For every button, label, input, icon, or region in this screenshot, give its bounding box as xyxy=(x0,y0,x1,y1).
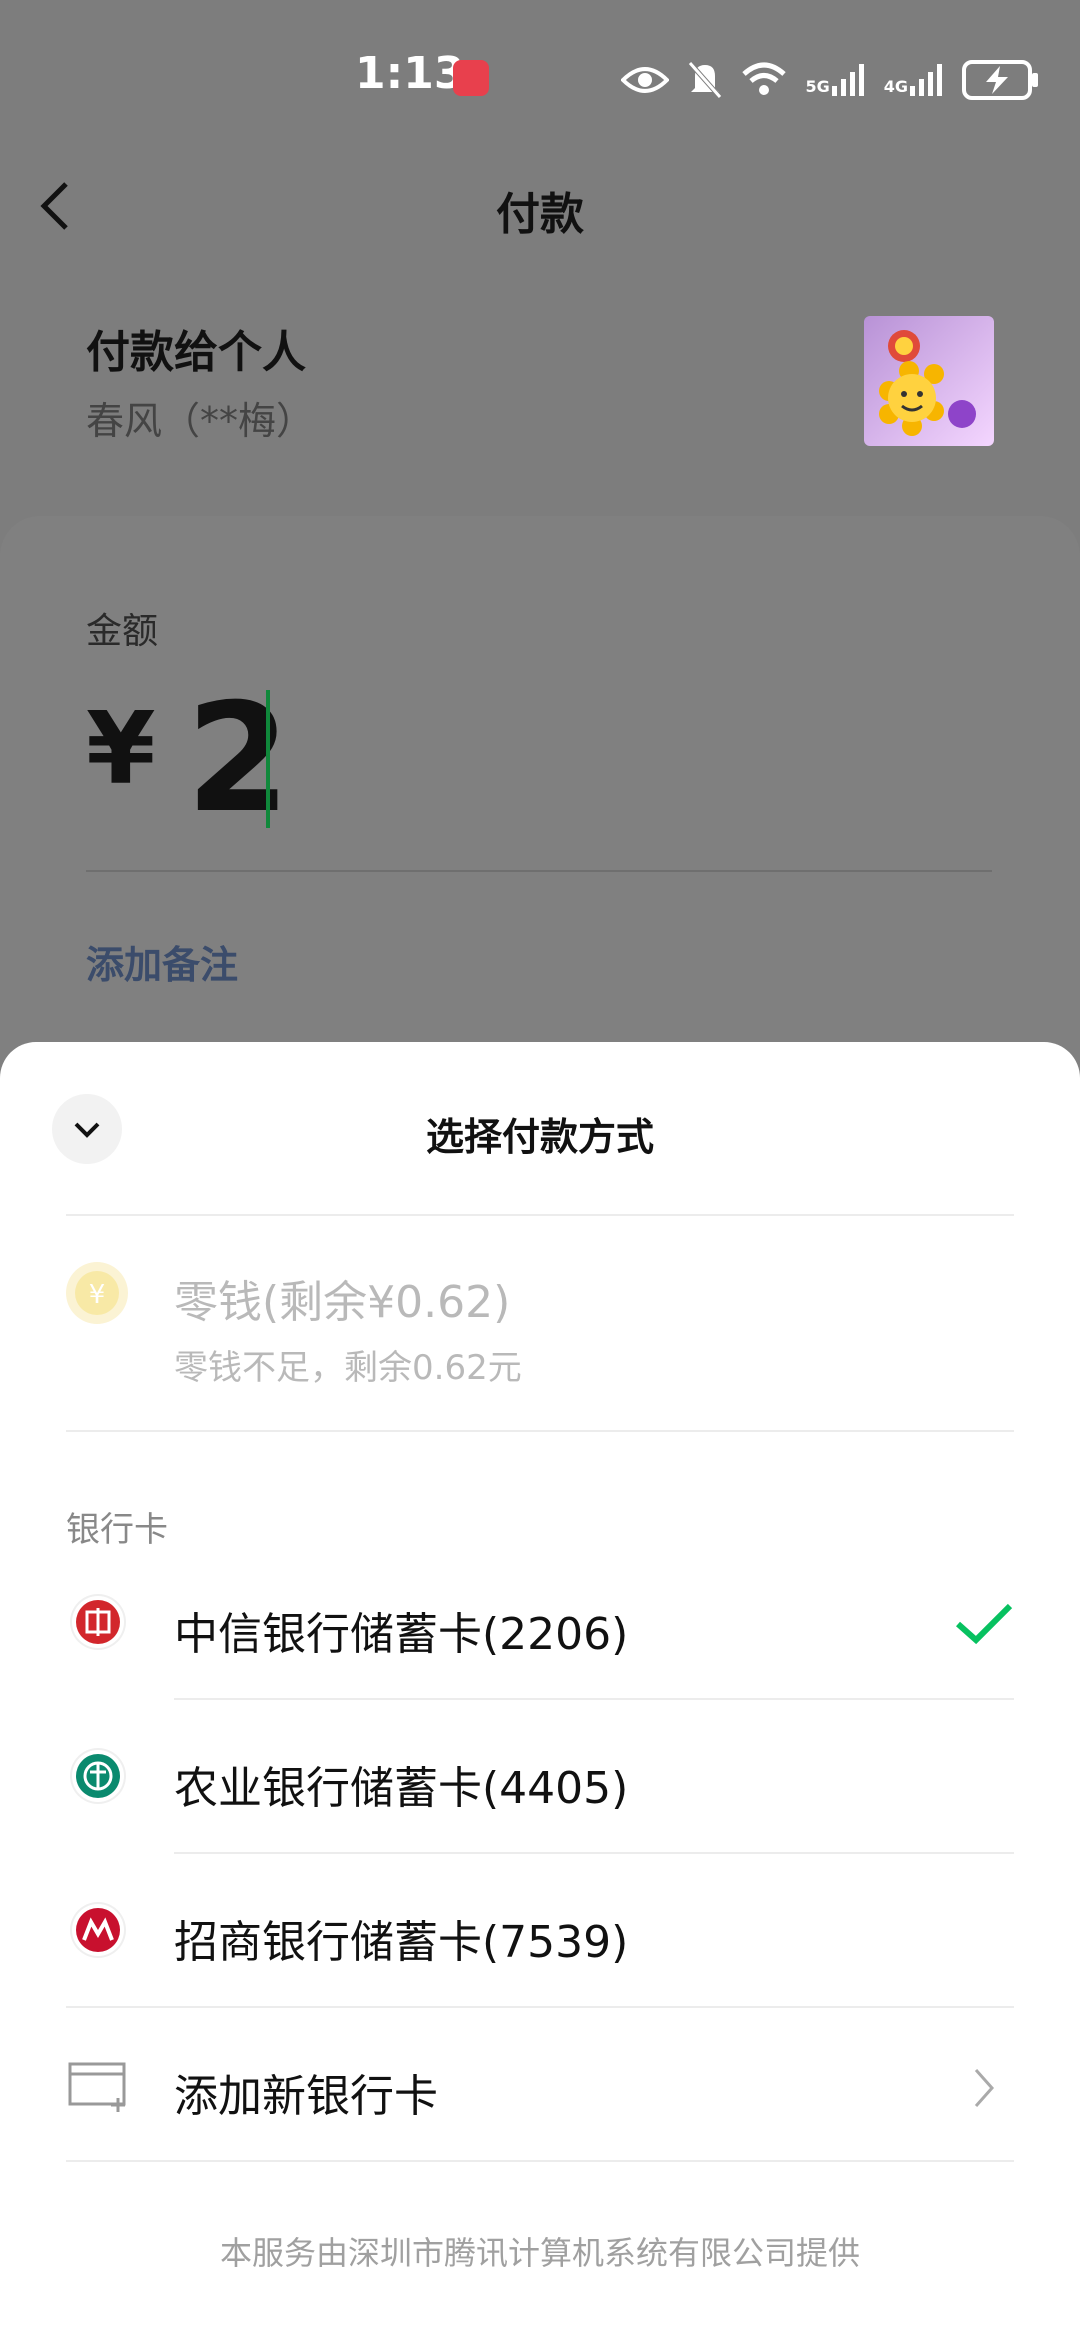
payee-title: 付款给个人 xyxy=(86,327,306,378)
divider xyxy=(66,1214,1014,1216)
signal-5g-icon: 5G xyxy=(805,64,865,96)
bank-card-section-label: 银行卡 xyxy=(66,1510,168,1550)
currency-symbol: ¥ xyxy=(86,690,156,807)
text-cursor xyxy=(266,690,270,828)
signal-4g-icon: 4G xyxy=(884,64,944,96)
avatar[interactable] xyxy=(864,316,994,446)
balance-option-note: 零钱不足，剩余0.62元 xyxy=(174,1348,522,1388)
add-note-link[interactable]: 添加备注 xyxy=(86,934,238,989)
bank-card-label: 农业银行储蓄卡(4405) xyxy=(174,1763,629,1814)
amount-card xyxy=(0,516,1080,1116)
add-bank-card-label: 添加新银行卡 xyxy=(174,2071,438,2122)
balance-option-title: 零钱(剩余¥0.62) xyxy=(174,1277,511,1328)
abc-bank-icon xyxy=(72,1750,124,1802)
selected-check-icon xyxy=(956,1603,1013,1645)
add-card-icon xyxy=(68,2062,126,2112)
svg-text:¥: ¥ xyxy=(89,1280,106,1310)
app-store-notification-icon xyxy=(453,60,489,96)
payee-name: 春风（**梅） xyxy=(86,399,315,443)
cmb-bank-icon xyxy=(72,1904,124,1956)
divider xyxy=(86,870,992,872)
battery-charging-icon xyxy=(962,60,1038,100)
signal-5g-label: 5G xyxy=(805,77,830,96)
signal-4g-label: 4G xyxy=(883,77,908,96)
divider xyxy=(174,1698,1014,1700)
divider xyxy=(174,1852,1014,1854)
mute-bell-icon xyxy=(688,61,723,99)
bank-card-label: 中信银行储蓄卡(2206) xyxy=(174,1609,629,1660)
divider xyxy=(66,1430,1014,1432)
wifi-icon xyxy=(742,62,787,95)
bank-card-label: 招商银行储蓄卡(7539) xyxy=(174,1917,629,1968)
divider xyxy=(66,2160,1014,2162)
change-wallet-icon: ¥ xyxy=(66,1262,128,1324)
amount-label: 金额 xyxy=(86,611,159,652)
citic-bank-icon xyxy=(72,1596,124,1648)
amount-input[interactable]: 2 xyxy=(186,672,290,846)
add-bank-card-option[interactable]: 添加新银行卡 xyxy=(0,2030,1080,2160)
sunflower-avatar-icon xyxy=(879,330,976,436)
bank-card-option-citic[interactable]: 中信银行储蓄卡(2206) xyxy=(0,1570,1080,1700)
status-icons: 5G 4G xyxy=(621,58,1040,102)
eye-icon xyxy=(621,67,670,93)
page-title: 付款 xyxy=(496,189,584,240)
divider xyxy=(66,2006,1014,2008)
service-provider-footer: 本服务由深圳市腾讯计算机系统有限公司提供 xyxy=(219,2234,860,2272)
sheet-title: 选择付款方式 xyxy=(425,1115,654,1159)
bank-card-option-cmb[interactable]: 招商银行储蓄卡(7539) xyxy=(0,1878,1080,2008)
bank-card-option-abc[interactable]: 农业银行储蓄卡(4405) xyxy=(0,1724,1080,1854)
chevron-right-icon xyxy=(974,2069,995,2107)
status-time: 1:13 xyxy=(355,48,465,99)
